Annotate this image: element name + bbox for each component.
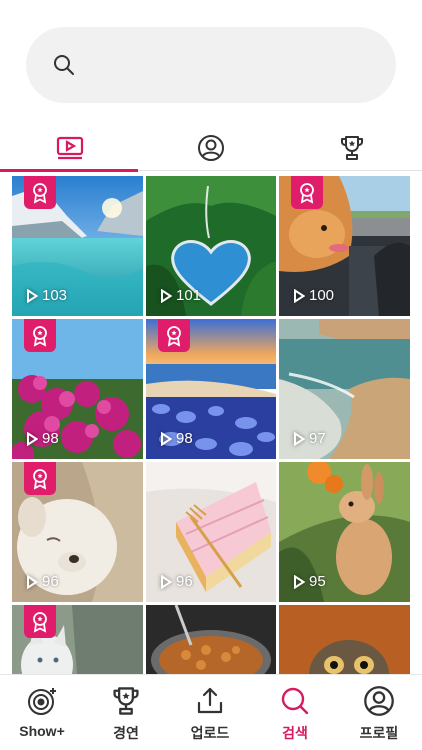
view-count: 98 [160,430,193,447]
tab-videos[interactable] [0,126,140,172]
view-count: 96 [160,573,193,590]
video-thumbnail[interactable]: 95 [279,462,410,602]
award-ribbon-icon [33,611,47,633]
video-thumbnail[interactable]: 98 [146,319,276,459]
video-thumbnail[interactable]: 101 [146,176,276,316]
profile-icon [364,686,394,716]
user-circle-icon [198,135,224,161]
view-count: 103 [26,287,67,304]
search-screen: 103 101 100 98 98 97 96 96 95 Show+ 경연 업… [0,0,422,750]
nav-label: 업로드 [190,725,230,741]
view-count-value: 95 [309,573,326,590]
award-ribbon-icon [33,468,47,490]
nav-profile[interactable]: 프로필 [337,685,421,745]
award-badge [158,319,190,352]
nav-label: 경연 [113,725,139,741]
award-ribbon-icon [33,182,47,204]
award-badge [24,605,56,638]
view-count-value: 96 [42,573,59,590]
play-icon [27,574,38,589]
view-count-value: 97 [309,430,326,447]
view-count-value: 103 [42,287,68,304]
play-icon [294,431,305,446]
play-icon [27,431,38,446]
play-icon [161,574,172,589]
video-thumbnail[interactable] [12,605,143,674]
view-count: 96 [26,573,59,590]
video-thumbnail[interactable]: 103 [12,176,143,316]
tab-contests[interactable] [282,126,422,170]
view-count-value: 98 [176,430,193,447]
trophy-icon [341,136,363,160]
video-thumbnail[interactable]: 96 [146,462,276,602]
video-thumbnail[interactable]: 100 [279,176,410,316]
search-input[interactable] [88,47,382,85]
view-count: 95 [293,573,326,590]
view-count: 98 [26,430,59,447]
nav-search[interactable]: 검색 [253,685,337,745]
thumbnail-cooking-image [146,605,276,674]
play-icon [161,288,172,303]
active-tab-indicator [0,169,138,172]
video-thumbnail[interactable] [279,605,410,674]
video-thumbnail[interactable]: 98 [12,319,143,459]
play-icon [294,288,305,303]
show-plus-icon [28,688,56,715]
video-thumbnail[interactable]: 96 [12,462,143,602]
video-thumbnail[interactable]: 97 [279,319,410,459]
nav-upload[interactable]: 업로드 [168,685,252,745]
search-icon [281,687,309,715]
nav-label: Show+ [19,723,65,739]
view-count: 97 [293,430,326,447]
award-ribbon-icon [167,325,181,347]
view-count-value: 101 [176,287,202,304]
nav-label: 검색 [282,725,308,741]
play-icon [161,431,172,446]
view-count-value: 96 [176,573,193,590]
nav-label: 프로필 [359,725,399,741]
play-icon [294,574,305,589]
search-tabs [0,126,422,172]
nav-show-plus[interactable]: Show+ [0,685,84,745]
play-icon [27,288,38,303]
award-ribbon-icon [33,325,47,347]
trophy-icon [113,687,139,715]
search-bar[interactable] [26,27,396,103]
video-grid: 103 101 100 98 98 97 96 96 95 [12,176,410,674]
tab-users[interactable] [141,126,281,170]
award-badge [24,462,56,495]
view-count: 101 [160,287,201,304]
video-thumbnail[interactable] [146,605,276,674]
view-count: 100 [293,287,334,304]
video-icon [56,136,84,160]
award-badge [24,319,56,352]
view-count-value: 100 [309,287,335,304]
thumbnail-owl-image [279,605,410,674]
upload-icon [197,687,223,714]
award-badge [24,176,56,209]
nav-contest[interactable]: 경연 [84,685,168,745]
award-badge [291,176,323,209]
bottom-navigation: Show+ 경연 업로드 검색 프로필 [0,674,422,750]
view-count-value: 98 [42,430,59,447]
search-icon [54,55,74,75]
award-ribbon-icon [300,182,314,204]
